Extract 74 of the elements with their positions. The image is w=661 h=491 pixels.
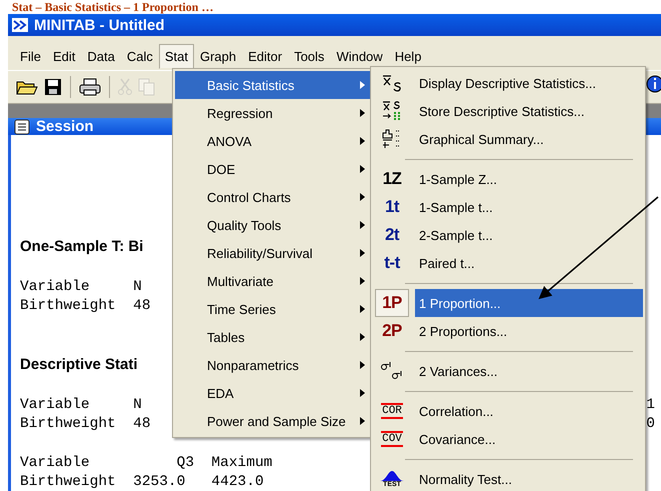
output-line: Birthweight 48: [20, 415, 151, 434]
printer-icon[interactable]: [79, 78, 101, 96]
menu-item[interactable]: Editor: [242, 44, 288, 68]
menu-item[interactable]: Graphical Summary...: [415, 125, 643, 153]
menu-item[interactable]: Tools: [288, 44, 330, 68]
output-heading: Descriptive Stati: [20, 356, 138, 375]
submenu-arrow-icon: [360, 221, 365, 229]
submenu-arrow-icon: [360, 361, 365, 369]
menu-item[interactable]: Calc: [120, 44, 159, 68]
menu-item[interactable]: File: [14, 44, 47, 68]
output-line: Birthweight 3253.0 4423.0: [20, 473, 264, 491]
submenu-arrow-icon: [360, 417, 365, 425]
menu-item[interactable]: Paired t...: [415, 249, 643, 277]
menu-item[interactable]: Power and Sample Size: [175, 407, 371, 435]
output-line: Variable N: [20, 278, 142, 297]
test-symbol-icon: 2t: [384, 225, 400, 245]
menu-item[interactable]: ANOVA: [175, 127, 371, 155]
submenu-arrow-icon: [360, 277, 365, 285]
menu-item[interactable]: Tables: [175, 323, 371, 351]
menu-item[interactable]: Reliability/Survival: [175, 239, 371, 267]
menu-item[interactable]: Help: [388, 44, 428, 68]
menu-item[interactable]: Covariance...: [415, 425, 643, 453]
output-heading: One-Sample T: Bi: [20, 238, 144, 257]
output-line: Variable Q3 Maximum: [20, 454, 272, 473]
test-symbol-icon: 2P: [382, 321, 402, 341]
test-symbol-icon: 1t: [384, 197, 400, 217]
submenu-arrow-icon: [360, 193, 365, 201]
menu-item[interactable]: 1 Proportion...: [415, 289, 643, 317]
menu-item[interactable]: 1-Sample t...: [415, 193, 643, 221]
menu-item[interactable]: Data: [81, 44, 121, 68]
menu-item[interactable]: 2 Variances...: [415, 357, 643, 385]
submenu-arrow-icon: [360, 249, 365, 257]
session-title: Session: [36, 118, 94, 135]
menu-item[interactable]: Display Descriptive Statistics...: [415, 69, 643, 97]
menu-item[interactable]: 2 Proportions...: [415, 317, 643, 345]
slide-caption: Stat – Basic Statistics – 1 Proportion …: [11, 0, 214, 14]
submenu-arrow-icon: [360, 81, 365, 89]
menu-item[interactable]: Window: [330, 44, 389, 68]
menu-item[interactable]: Store Descriptive Statistics...: [415, 97, 643, 125]
submenu-arrow-icon: [360, 389, 365, 397]
submenu-arrow-icon: [360, 109, 365, 117]
menu-item[interactable]: Correlation...: [415, 397, 643, 425]
app-logo-icon: [12, 18, 28, 32]
info-icon[interactable]: [645, 74, 661, 94]
submenu-arrow-icon: [360, 305, 365, 313]
test-symbol-icon: t-t: [384, 253, 400, 273]
menu-item[interactable]: Edit: [46, 44, 82, 68]
menu-item[interactable]: Control Charts: [175, 183, 371, 211]
menu-item[interactable]: DOE: [175, 155, 371, 183]
test-symbol-icon: 1P: [382, 293, 402, 313]
output-value: 0: [646, 415, 655, 434]
output-value: 1: [646, 396, 655, 415]
menu-item[interactable]: 2-Sample t...: [415, 221, 643, 249]
window-title: MINITAB - Untitled: [34, 16, 165, 34]
menu-item[interactable]: Regression: [175, 99, 371, 127]
test-symbol-icon: 1Z: [382, 169, 402, 189]
submenu-arrow-icon: [360, 137, 365, 145]
menu-item[interactable]: Multivariate: [175, 267, 371, 295]
menu-item[interactable]: Graph: [194, 44, 242, 68]
submenu-arrow-icon: [360, 165, 365, 173]
menu-item[interactable]: Basic Statistics: [175, 71, 371, 99]
variance-symbol-icon: [380, 360, 404, 382]
menu-item[interactable]: 1-Sample Z...: [415, 165, 643, 193]
output-line: Variable N: [20, 396, 142, 415]
statistics-symbol-icon: [381, 73, 403, 93]
submenu-arrow-icon: [360, 333, 365, 341]
menu-item[interactable]: Time Series: [175, 295, 371, 323]
menu-item[interactable]: Stat: [158, 44, 194, 68]
menu-item[interactable]: EDA: [175, 379, 371, 407]
menu-item[interactable]: Nonparametrics: [175, 351, 371, 379]
statistics-store-icon: [381, 100, 403, 122]
menu-item[interactable]: Normality Test...: [415, 465, 643, 491]
menu-item[interactable]: Quality Tools: [175, 211, 371, 239]
output-line: Birthweight 48: [20, 297, 151, 316]
